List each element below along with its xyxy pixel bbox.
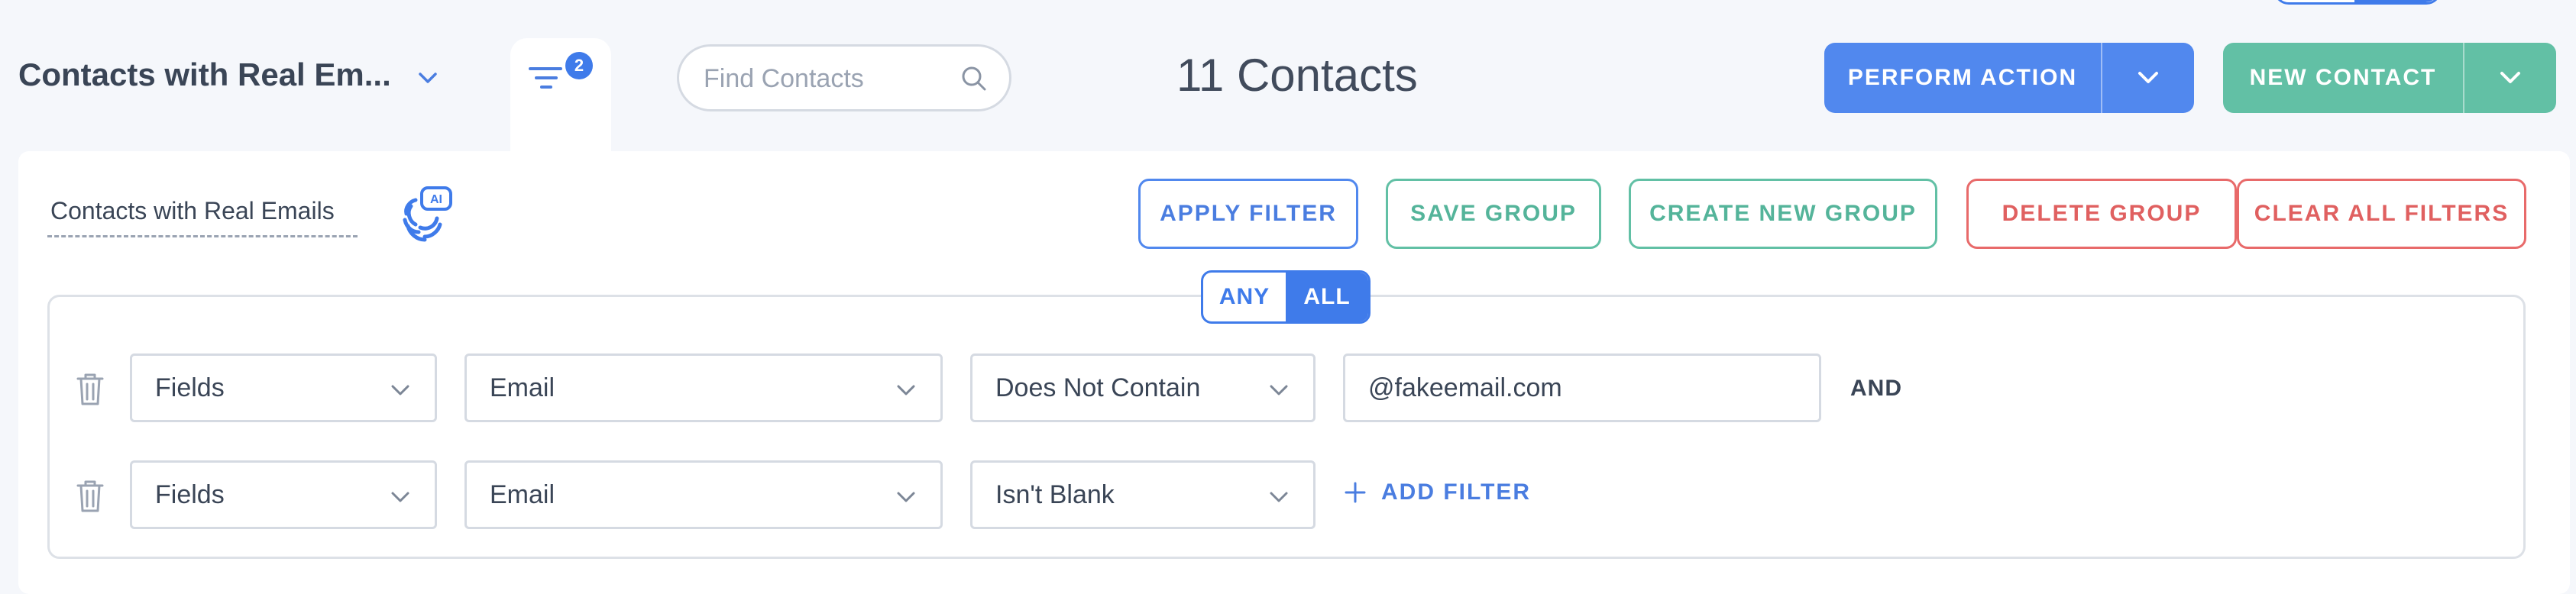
- chevron-down-icon: [2500, 72, 2520, 83]
- create-new-group-button[interactable]: CREATE NEW GROUP: [1629, 179, 1937, 249]
- trash-icon[interactable]: [75, 372, 105, 407]
- group-title[interactable]: Contacts with Real Em...: [18, 56, 391, 93]
- search-box[interactable]: [677, 44, 1011, 111]
- contacts-count: 11 Contacts: [1176, 50, 1418, 101]
- filter-1-field-value: Email: [490, 373, 555, 402]
- group-name-underline: [47, 235, 358, 237]
- chevron-down-icon[interactable]: [413, 63, 443, 93]
- filter-1-category-value: Fields: [155, 373, 225, 402]
- filter-2-category-select[interactable]: Fields: [130, 460, 437, 529]
- ai-sparkle-icon[interactable]: AI: [393, 183, 457, 247]
- perform-action-button-group: PERFORM ACTION: [1824, 43, 2194, 113]
- filter-1-connector: AND: [1850, 376, 1902, 401]
- chevron-down-icon: [1270, 385, 1288, 395]
- chevron-down-icon: [2138, 72, 2158, 83]
- group-name-field[interactable]: Contacts with Real Emails: [50, 197, 335, 225]
- filter-1-value-input[interactable]: @fakeemail.com: [1343, 353, 1821, 422]
- filter-1-field-select[interactable]: Email: [464, 353, 943, 422]
- add-filter-button[interactable]: ADD FILTER: [1343, 479, 1531, 505]
- filter-1-operator-select[interactable]: Does Not Contain: [970, 353, 1316, 422]
- search-icon[interactable]: [959, 63, 989, 94]
- filter-1-category-select[interactable]: Fields: [130, 353, 437, 422]
- delete-group-button[interactable]: DELETE GROUP: [1966, 179, 2237, 249]
- trash-icon[interactable]: [75, 479, 105, 514]
- clear-all-filters-button[interactable]: CLEAR ALL FILTERS: [2237, 179, 2526, 249]
- filter-2-operator-value: Isn't Blank: [995, 479, 1115, 509]
- filter-count-badge: 2: [565, 52, 593, 79]
- filter-1-operator-value: Does Not Contain: [995, 373, 1201, 402]
- top-toggle-pill: [2273, 0, 2442, 5]
- search-input[interactable]: [702, 47, 957, 111]
- match-mode-toggle: ANY ALL: [1201, 270, 1371, 324]
- filter-2-field-value: Email: [490, 479, 555, 509]
- add-filter-label: ADD FILTER: [1381, 479, 1532, 505]
- new-contact-button-group: NEW CONTACT: [2223, 43, 2556, 113]
- new-contact-button[interactable]: NEW CONTACT: [2223, 43, 2463, 113]
- filter-2-field-select[interactable]: Email: [464, 460, 943, 529]
- match-all-option[interactable]: ALL: [1286, 273, 1368, 321]
- new-contact-dropdown[interactable]: [2464, 43, 2556, 113]
- chevron-down-icon: [391, 385, 409, 395]
- filter-2-category-value: Fields: [155, 479, 225, 509]
- apply-filter-button[interactable]: APPLY FILTER: [1138, 179, 1358, 249]
- chevron-down-icon: [897, 492, 915, 502]
- ai-badge-text: AI: [430, 193, 442, 206]
- filter-2-operator-select[interactable]: Isn't Blank: [970, 460, 1316, 529]
- chevron-down-icon: [1270, 492, 1288, 502]
- perform-action-button[interactable]: PERFORM ACTION: [1824, 43, 2101, 113]
- chevron-down-icon: [391, 492, 409, 502]
- chevron-down-icon: [897, 385, 915, 395]
- perform-action-dropdown[interactable]: [2102, 43, 2194, 113]
- save-group-button[interactable]: SAVE GROUP: [1386, 179, 1601, 249]
- plus-icon: [1345, 482, 1366, 503]
- match-any-option[interactable]: ANY: [1203, 273, 1286, 321]
